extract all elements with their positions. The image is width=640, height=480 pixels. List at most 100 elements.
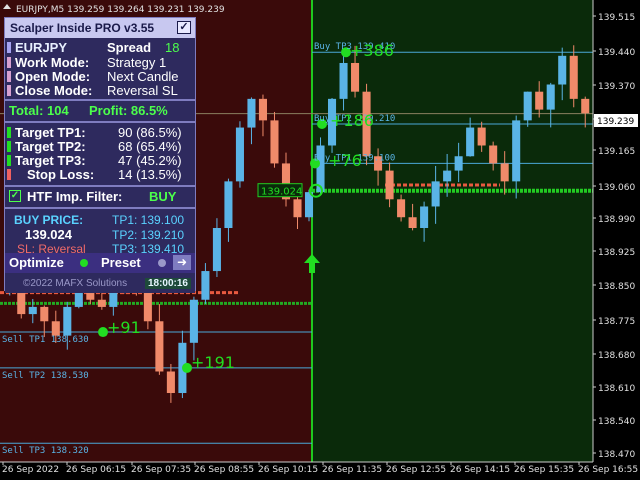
divider (5, 99, 195, 101)
candle-body (258, 98, 267, 121)
tp3-label: Target TP3: (15, 153, 86, 168)
divider (5, 207, 195, 209)
htf-checkbox-icon[interactable]: ✓ (9, 190, 21, 202)
copyright-text: ©2022 MAFX Solutions (23, 278, 128, 289)
profit-191-label: +191 (191, 353, 235, 372)
candle-body (546, 84, 555, 110)
close-mode-label: Close Mode: (15, 83, 93, 98)
candle-body (351, 62, 360, 92)
candle-body (523, 91, 532, 121)
candle-timer: 18:00:16 (144, 278, 191, 289)
htf-label: HTF Imp. Filter: (27, 189, 123, 204)
price-tick-label: 138.990 (598, 215, 635, 225)
tp2-stat: 68 (65.4%) (118, 139, 182, 154)
time-tick-label: 26 Sep 06:15 (66, 465, 126, 475)
candle-body (339, 62, 348, 99)
candle-body (28, 306, 37, 315)
sell-tp1-label: Sell TP1 138.630 (2, 335, 89, 345)
price-tick-label: 138.610 (598, 384, 635, 394)
profit-186-label: +186 (330, 111, 374, 130)
price-tick-label: 138.925 (598, 248, 635, 258)
panel-footer: ©2022 MAFX Solutions 18:00:16 (5, 277, 195, 293)
candle-body (581, 98, 590, 114)
price-tick-label: 138.680 (598, 351, 635, 361)
open-mode-label: Open Mode: (15, 69, 91, 84)
divider (5, 185, 195, 187)
spread-label: Spread (107, 40, 152, 55)
close-mode-value[interactable]: Reversal SL (107, 83, 178, 98)
buy-price-value: 139.024 (25, 227, 72, 242)
panel-minimize-checkbox[interactable]: ✓ (177, 21, 191, 34)
htf-value: BUY (149, 189, 177, 204)
tp3-stat: 47 (45.2%) (118, 153, 182, 168)
candle-body (40, 306, 49, 322)
price-tick-label: 138.850 (598, 282, 635, 292)
candle-body (569, 55, 578, 99)
work-mode-label: Work Mode: (15, 55, 90, 70)
candle-body (477, 127, 486, 146)
time-tick-label: 26 Sep 16:55 (578, 465, 638, 475)
candle-body (224, 181, 233, 228)
candle-body (189, 299, 198, 343)
optimize-status-dot (80, 259, 88, 267)
profit-91-label: +91 (107, 318, 141, 337)
tp1-label: Target TP1: (15, 125, 86, 140)
divider (5, 121, 195, 123)
action-bar: Optimize Preset ➜ (5, 253, 195, 273)
preset-status-dot (158, 259, 166, 267)
scalper-panel: Scalper Inside PRO v3.55 ✓ EURJPY Spread… (4, 17, 196, 293)
candle-body (270, 120, 279, 164)
candle-body (489, 145, 498, 164)
candle-body (558, 55, 567, 85)
candle-body (166, 371, 175, 394)
work-mode-value[interactable]: Strategy 1 (107, 55, 166, 70)
candle-body (235, 127, 244, 182)
candle-body (512, 120, 521, 182)
sell-tp3-label: Sell TP3 138.320 (2, 446, 89, 456)
candle-body (454, 156, 463, 171)
price-tick-label: 139.515 (598, 13, 635, 23)
price-tick-label: 138.540 (598, 417, 635, 427)
price-tick-label: 139.440 (598, 48, 635, 58)
panel-title-bar: Scalper Inside PRO v3.55 ✓ (5, 18, 195, 38)
candle-body (74, 292, 83, 307)
tp1-stat: 90 (86.5%) (118, 125, 182, 140)
price-axis-bg (593, 0, 640, 480)
candle-body (247, 98, 256, 128)
tp1-target: TP1: 139.100 (112, 213, 185, 227)
candle-body (466, 127, 475, 157)
candle-body (97, 299, 106, 307)
sell-tp2-label: Sell TP2 138.530 (2, 371, 89, 381)
price-tick-label: 139.370 (598, 82, 635, 92)
price-tick-label: 139.060 (598, 183, 635, 193)
price-tick-label: 138.775 (598, 317, 635, 327)
current-price-label: 139.239 (597, 117, 634, 127)
arrow-right-icon[interactable]: ➜ (173, 255, 191, 270)
spread-value: 18 (165, 40, 180, 55)
total-trades: Total: 104 (9, 103, 69, 118)
time-tick-label: 26 Sep 12:55 (386, 465, 446, 475)
candle-body (385, 170, 394, 200)
time-tick-label: 26 Sep 10:15 (258, 465, 318, 475)
candle-body (420, 206, 429, 228)
candle-body (397, 199, 406, 218)
candle-body (535, 91, 544, 110)
buy-price-label: BUY PRICE: (14, 213, 84, 227)
time-tick-label: 26 Sep 07:35 (131, 465, 191, 475)
time-tick-label: 26 Sep 15:35 (514, 465, 574, 475)
profit-386-label: +386 (350, 41, 394, 60)
candle-body (63, 306, 72, 336)
candle-body (443, 170, 452, 182)
candle-body (109, 292, 118, 307)
tp2-target: TP2: 139.210 (112, 228, 185, 242)
price-tick-label: 139.165 (598, 147, 635, 157)
profit-76-label: +76 (328, 151, 362, 170)
preset-button[interactable]: Preset (101, 255, 141, 270)
open-mode-value[interactable]: Next Candle (107, 69, 179, 84)
candle-body (201, 271, 210, 300)
candle-body (293, 199, 302, 218)
time-tick-label: 26 Sep 11:35 (322, 465, 382, 475)
time-tick-label: 26 Sep 14:15 (450, 465, 510, 475)
time-tick-label: 26 Sep 08:55 (194, 465, 254, 475)
optimize-button[interactable]: Optimize (9, 255, 64, 270)
